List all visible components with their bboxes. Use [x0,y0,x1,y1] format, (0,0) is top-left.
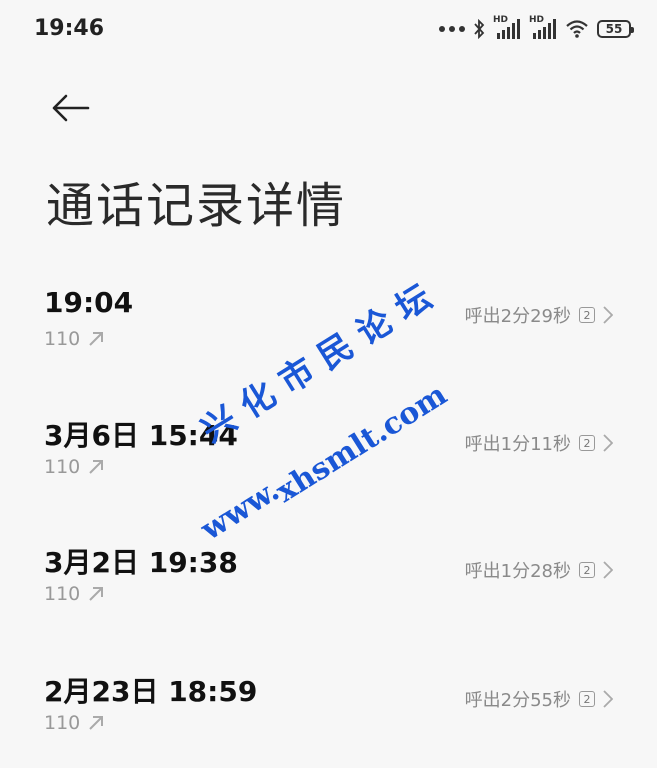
sim-badge: 2 [579,435,595,451]
signal-hd-icon: HD [529,15,557,40]
sim-badge: 2 [579,562,595,578]
status-time: 19:46 [34,16,105,41]
call-time: 3月2日 19:38 [44,546,238,579]
page-title: 通话记录详情 [46,178,347,234]
battery-icon: 55 [597,20,634,38]
call-number-text: 110 [44,456,81,478]
outgoing-arrow-icon [89,332,104,346]
call-record-item[interactable]: 3月2日 19:38 110 呼出1分28秒 2 [0,541,657,637]
call-record-item[interactable]: 3月6日 15:44 110 呼出1分11秒 2 [0,414,657,510]
call-time: 3月6日 15:44 [44,419,238,452]
call-duration: 呼出2分55秒 [464,690,571,711]
call-time: 2月23日 18:59 [44,675,258,708]
call-detail-group: 呼出1分28秒 2 [465,557,613,583]
status-bar: 19:46 HD HD 55 [0,0,657,60]
back-arrow-icon [52,94,90,122]
call-detail-group: 呼出1分11秒 2 [465,430,613,456]
call-duration: 呼出1分11秒 [464,434,571,455]
call-time: 19:04 [44,286,134,319]
call-duration: 呼出2分29秒 [464,306,571,327]
call-number-text: 110 [44,712,81,734]
call-duration: 呼出1分28秒 [464,561,571,582]
bluetooth-icon [474,19,485,39]
call-detail-group: 呼出2分55秒 2 [465,686,613,712]
chevron-right-icon [603,690,613,708]
more-dots-icon [439,26,465,32]
outgoing-arrow-icon [89,460,104,474]
wifi-icon [566,20,588,38]
back-button[interactable] [46,88,94,128]
call-number-text: 110 [44,583,81,605]
call-record-item[interactable]: 2月23日 18:59 110 呼出2分55秒 2 [0,670,657,766]
outgoing-arrow-icon [89,587,104,601]
chevron-right-icon [603,561,613,579]
signal-hd-icon: HD [493,15,521,40]
sim-badge: 2 [579,307,595,323]
call-record-item[interactable]: 19:04 110 呼出2分29秒 2 [0,286,657,382]
chevron-right-icon [603,306,613,324]
call-number: 110 [44,583,104,605]
call-number: 110 [44,456,104,478]
call-number-text: 110 [44,328,81,350]
sim-badge: 2 [579,691,595,707]
call-number: 110 [44,328,104,350]
status-icons: HD HD 55 [439,14,634,44]
call-detail-group: 呼出2分29秒 2 [465,302,613,328]
call-number: 110 [44,712,104,734]
outgoing-arrow-icon [89,716,104,730]
chevron-right-icon [603,434,613,452]
